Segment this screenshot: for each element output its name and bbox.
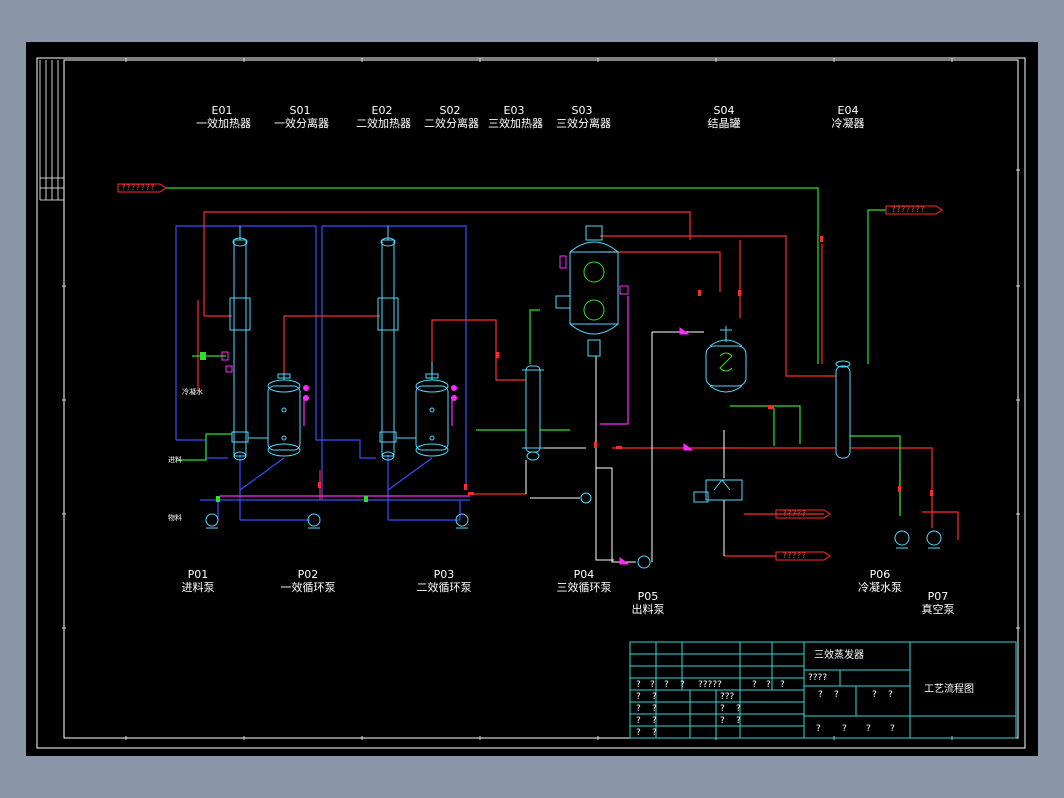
title-cell-q3: ? (872, 690, 877, 700)
title-cell-q7: ? (866, 724, 871, 734)
title-cell-q15: ? (780, 680, 785, 690)
title-cell-q23: ? (652, 716, 657, 726)
title-cell-q2: ? (834, 690, 839, 700)
title-cell-q20: ? (720, 704, 725, 714)
title-cell-q9: ? (636, 680, 641, 690)
title-project: 三效蒸发器 (814, 650, 864, 661)
pump-label-p03: P03 二效循环泵 (416, 568, 472, 594)
tag-outlet-2: ????? (782, 551, 807, 560)
title-cell-q16: ? (636, 692, 641, 702)
equipment-label-s01: S01 一效分离器 (274, 104, 329, 130)
title-cell-q10: ? (650, 680, 655, 690)
pump-label-p07: P07 真空泵 (921, 590, 955, 616)
pump-label-p05: P05 出料泵 (631, 590, 665, 616)
title-code: ???? (808, 673, 828, 683)
side-label-condensate: 冷凝水 (182, 388, 203, 396)
title-cell-q21: ? (736, 704, 741, 714)
side-label-feed: 进料 (168, 456, 182, 464)
equipment-label-s02: S02 二效分离器 (424, 104, 479, 130)
title-cell-q12: ? (680, 680, 685, 690)
title-cell-q5: ? (816, 724, 821, 734)
pump-label-p01: P01 进料泵 (181, 568, 215, 594)
title-cell-q24: ? (720, 716, 725, 726)
cad-drawing-window: E01 一效加热器 S01 一效分离器 E02 二效加热器 S02 二效分离器 E03 三… (0, 0, 1064, 798)
equipment-label-e03: E03 三效加热器 (488, 104, 543, 130)
title-cell-q3chars: ??? (720, 692, 735, 702)
title-cell-q5chars: ????? (698, 680, 722, 690)
pump-label-p04: P04 三效循环泵 (556, 568, 612, 594)
title-cell-q19: ? (652, 704, 657, 714)
title-cell-q13: ? (752, 680, 757, 690)
drawing-canvas (26, 42, 1038, 756)
title-cell-q8: ? (890, 724, 895, 734)
equipment-label-e04: E04 冷凝器 (831, 104, 865, 130)
equipment-label-e02: E02 二效加热器 (356, 104, 411, 130)
title-cell-q4: ? (888, 690, 893, 700)
title-cell-q18: ? (636, 704, 641, 714)
title-cell-q17: ? (652, 692, 657, 702)
equipment-label-s04: S04 结晶罐 (707, 104, 741, 130)
title-drawing: 工艺流程图 (924, 684, 974, 695)
tag-outlet-1: ????? (782, 509, 807, 518)
tag-vent-out: ??????? (891, 205, 925, 214)
title-cell-q11: ? (664, 680, 669, 690)
equipment-label-e01: E01 一效加热器 (196, 104, 251, 130)
title-cell-q26: ? (636, 728, 641, 738)
pump-label-p06: P06 冷凝水泵 (858, 568, 902, 594)
title-cell-q22: ? (636, 716, 641, 726)
title-cell-q14: ? (766, 680, 771, 690)
tag-steam-in: ??????? (121, 183, 155, 192)
title-cell-q25: ? (736, 716, 741, 726)
pump-label-p02: P02 一效循环泵 (280, 568, 336, 594)
title-cell-q6: ? (842, 724, 847, 734)
title-cell-q1: ? (818, 690, 823, 700)
side-label-material: 物料 (168, 514, 182, 522)
equipment-label-s03: S03 三效分离器 (556, 104, 611, 130)
title-cell-q27: ? (652, 728, 657, 738)
